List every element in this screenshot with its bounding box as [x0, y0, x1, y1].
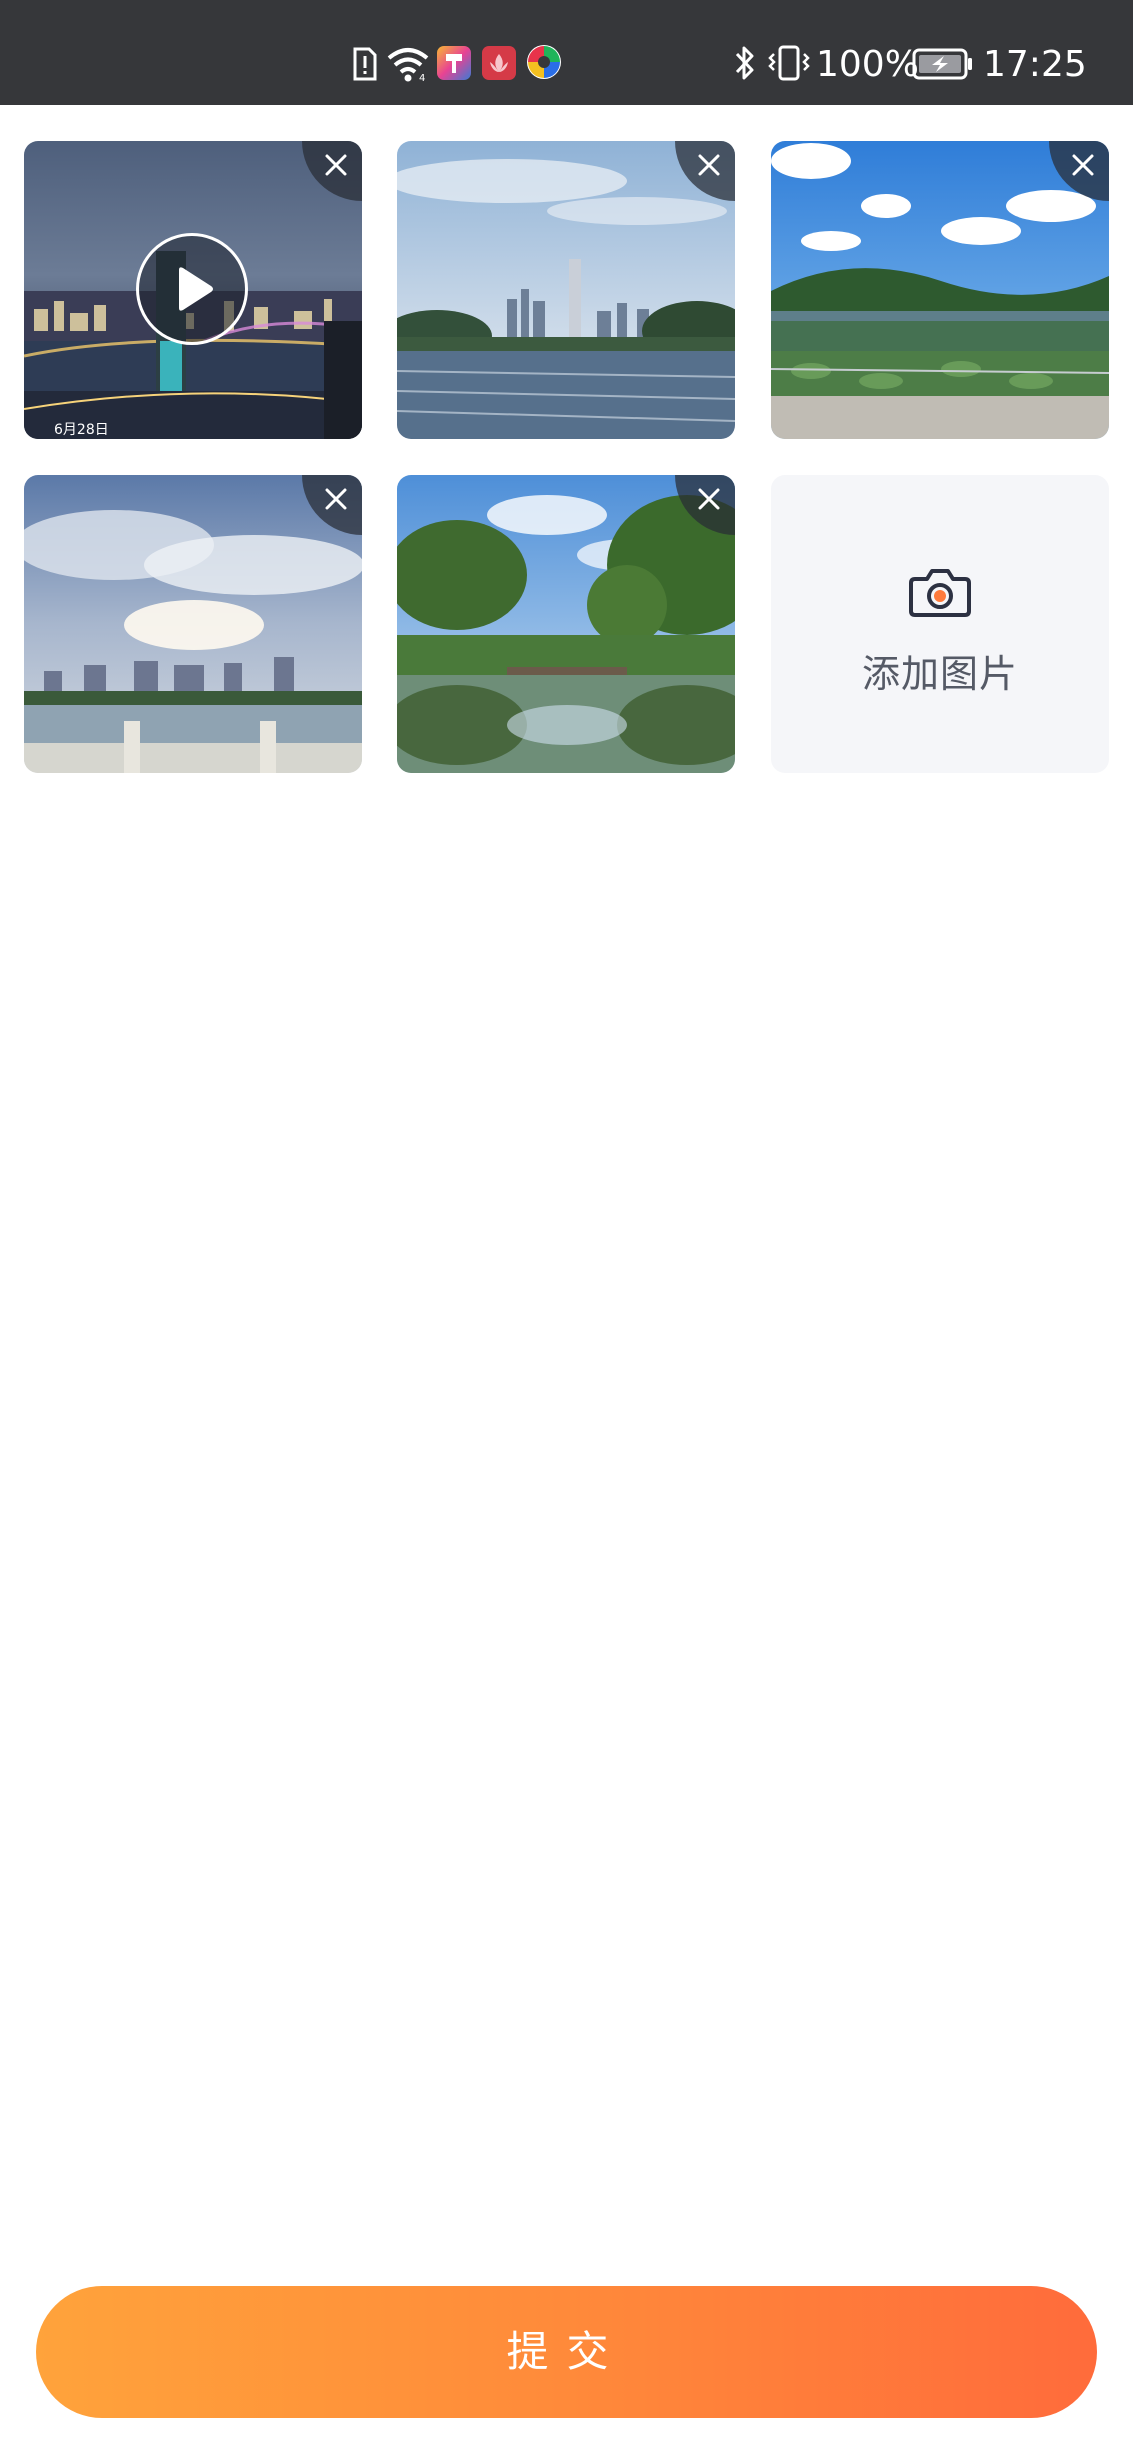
- add-image-button[interactable]: 添加图片: [771, 475, 1109, 773]
- media-thumbnail-video[interactable]: 6月28日: [24, 141, 362, 439]
- submit-button[interactable]: 提交: [36, 2286, 1097, 2418]
- close-icon: [325, 488, 347, 510]
- close-icon: [698, 488, 720, 510]
- play-icon: [179, 267, 213, 311]
- close-icon: [325, 154, 347, 176]
- add-image-label: 添加图片: [861, 652, 1018, 696]
- svg-text:4: 4: [419, 73, 425, 82]
- media-thumbnail-image[interactable]: [24, 475, 362, 773]
- bluetooth-icon: [735, 46, 754, 80]
- close-icon: [1072, 154, 1094, 176]
- status-bar: 4 100% 17:25: [0, 0, 1133, 105]
- close-icon: [698, 154, 720, 176]
- battery-charging-icon: [912, 48, 972, 80]
- battery-percent: 100%: [816, 44, 919, 85]
- skyline-lake-image: [397, 141, 735, 439]
- app-notification-icon: [527, 45, 561, 79]
- media-thumbnail-image[interactable]: [397, 475, 735, 773]
- app-notification-icon: [437, 46, 471, 80]
- app-notification-icon: [482, 46, 516, 80]
- sunset-clouds-image: [24, 475, 362, 773]
- vibrate-icon: [768, 45, 810, 81]
- lotus-pond-image: [771, 141, 1109, 439]
- media-thumbnail-image[interactable]: [771, 141, 1109, 439]
- trees-pond-image: [397, 475, 735, 773]
- camera-icon: [909, 569, 971, 617]
- clock-time: 17:25: [983, 44, 1087, 85]
- wifi-icon: 4: [387, 48, 429, 82]
- video-date-overlay: 6月28日: [54, 422, 109, 438]
- play-button[interactable]: [136, 233, 248, 345]
- media-thumbnail-image[interactable]: [397, 141, 735, 439]
- sim-alert-icon: [353, 47, 377, 81]
